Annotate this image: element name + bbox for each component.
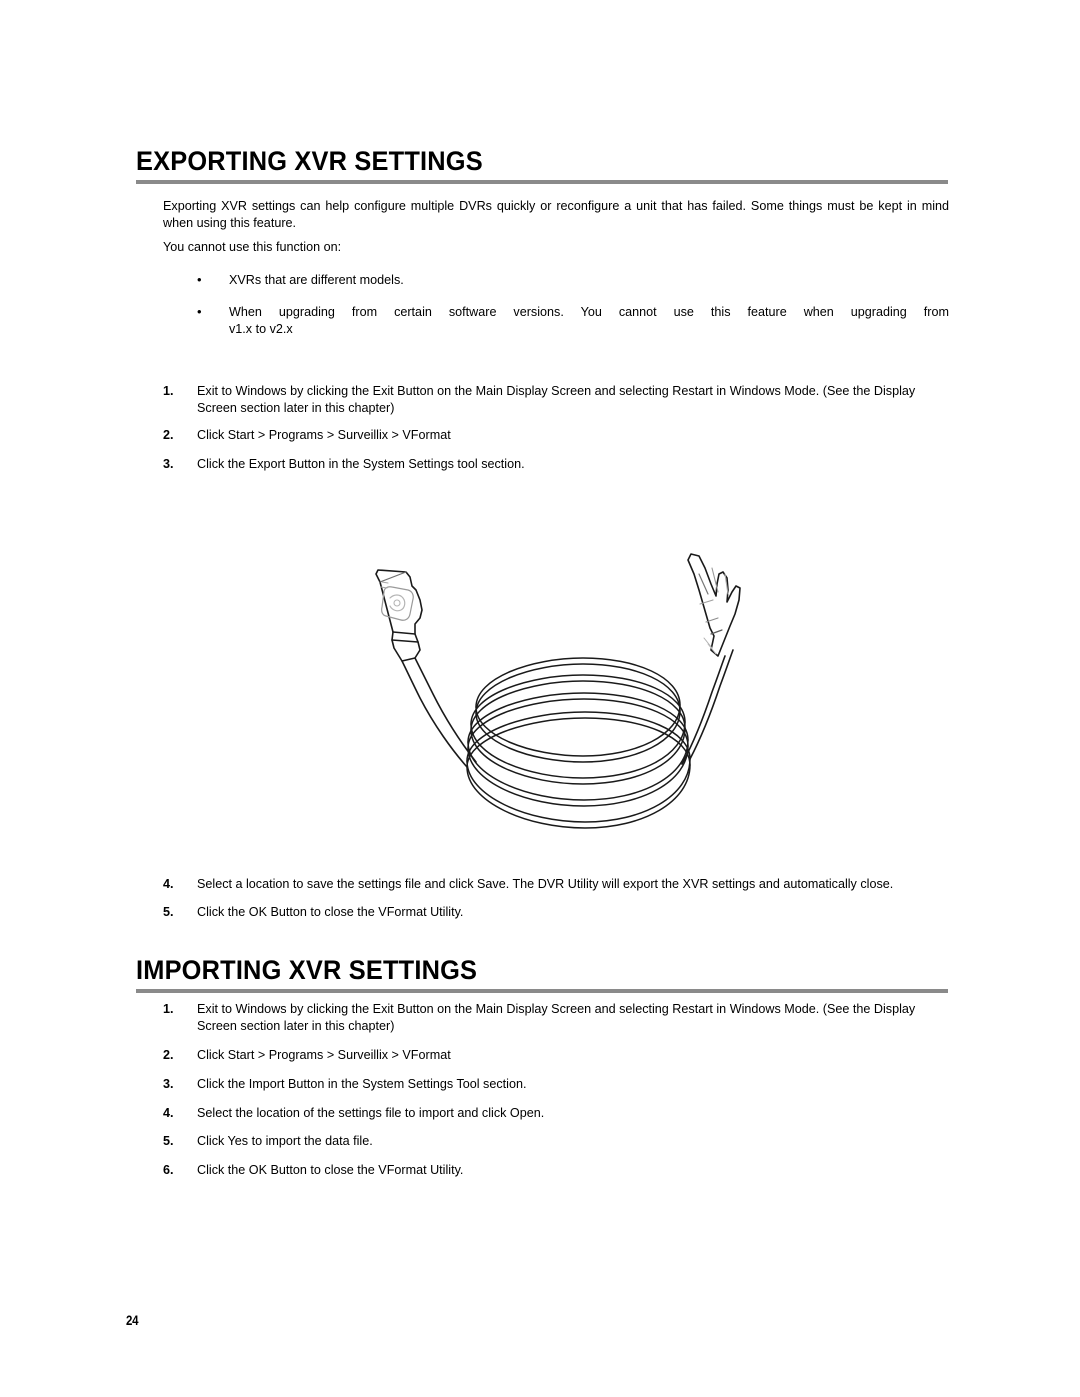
- list-item-text: Click the Export Button in the System Se…: [197, 457, 525, 471]
- list-item-text: Click the Import Button in the System Se…: [197, 1077, 527, 1091]
- list-item-text: Exit to Windows by clicking the Exit But…: [197, 1002, 916, 1033]
- list-item: 4. Select a location to save the setting…: [163, 876, 949, 893]
- usb-cable-illustration: [340, 530, 760, 870]
- list-item: 5. Click the OK Button to close the VFor…: [163, 904, 949, 921]
- bullet-text: XVRs that are different models.: [229, 273, 404, 287]
- list-item-number: 4.: [163, 1106, 174, 1120]
- heading-rule-exporting: [136, 180, 948, 184]
- list-item-number: 3.: [163, 457, 174, 471]
- bullet-icon: •: [197, 272, 202, 287]
- list-item-text: Select a location to save the settings f…: [197, 877, 894, 891]
- list-item: 6. Click the OK Button to close the VFor…: [163, 1162, 949, 1179]
- page-title-importing: IMPORTING XVR SETTINGS: [136, 955, 478, 985]
- list-item-number: 1.: [163, 1002, 174, 1016]
- list-item-number: 3.: [163, 1077, 174, 1091]
- list-item-number: 5.: [163, 905, 174, 919]
- list-item-text: Select the location of the settings file…: [197, 1106, 545, 1120]
- list-item: 3. Click the Export Button in the System…: [163, 456, 949, 473]
- list-item: 2. Click Start > Programs > Surveillix >…: [163, 427, 949, 444]
- heading-rule-importing: [136, 989, 948, 993]
- list-item: 3. Click the Import Button in the System…: [163, 1076, 949, 1093]
- page-title-exporting: EXPORTING XVR SETTINGS: [136, 146, 483, 176]
- bullet-icon: •: [197, 304, 202, 319]
- intro-paragraph-exporting: Exporting XVR settings can help configur…: [163, 199, 949, 230]
- manual-page: EXPORTING XVR SETTINGS Exporting XVR set…: [0, 0, 1080, 1397]
- lead-in-text: You cannot use this function on:: [163, 240, 342, 254]
- list-item-text: Click the OK Button to close the VFormat…: [197, 905, 464, 919]
- list-item-number: 6.: [163, 1163, 174, 1177]
- bullet-text-line-2: v1.x to v2.x: [229, 321, 293, 336]
- bullet-text-line-1: When upgrading from certain software ver…: [229, 305, 949, 319]
- list-item-number: 1.: [163, 384, 174, 398]
- list-item-text: Exit to Windows by clicking the Exit But…: [197, 384, 916, 415]
- page-number: 24: [126, 1312, 139, 1328]
- list-item: 1. Exit to Windows by clicking the Exit …: [163, 383, 949, 416]
- list-item: • XVRs that are different models.: [163, 272, 949, 289]
- list-item: 2. Click Start > Programs > Surveillix >…: [163, 1047, 949, 1064]
- list-item: • When upgrading from certain software v…: [163, 304, 949, 337]
- bullet-text: When upgrading from certain software ver…: [229, 304, 949, 337]
- list-item-text: Click the OK Button to close the VFormat…: [197, 1163, 464, 1177]
- list-item: 1. Exit to Windows by clicking the Exit …: [163, 1001, 949, 1034]
- list-item-text: Click Start > Programs > Surveillix > VF…: [197, 1048, 451, 1062]
- list-item-number: 4.: [163, 877, 174, 891]
- list-item-number: 5.: [163, 1134, 174, 1148]
- list-item-text: Click Yes to import the data file.: [197, 1134, 373, 1148]
- list-item: 5. Click Yes to import the data file.: [163, 1133, 949, 1150]
- list-item: 4. Select the location of the settings f…: [163, 1105, 949, 1122]
- list-item-text: Click Start > Programs > Surveillix > VF…: [197, 428, 451, 442]
- list-item-number: 2.: [163, 1048, 174, 1062]
- list-item-number: 2.: [163, 428, 174, 442]
